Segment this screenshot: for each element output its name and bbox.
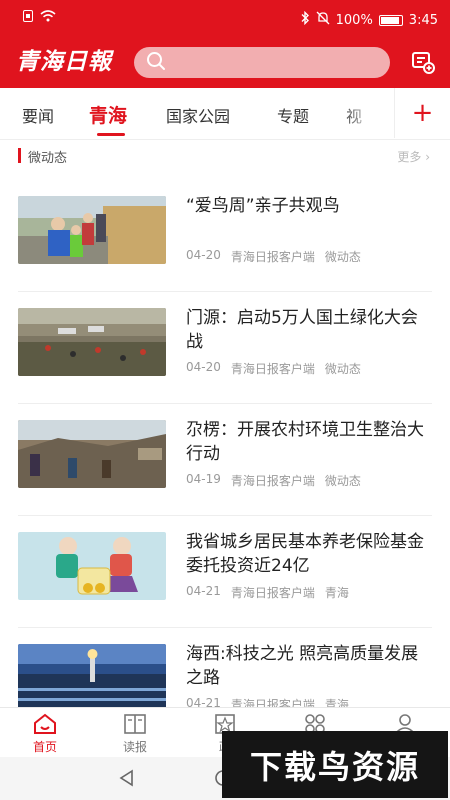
home-icon	[32, 712, 58, 736]
active-tab-indicator	[97, 133, 125, 136]
news-date: 04-21	[186, 584, 221, 598]
mute-icon	[316, 11, 330, 29]
news-title: 我省城乡居民基本养老保险基金委托投资近24亿	[186, 532, 424, 576]
news-source: 青海日报客户端	[230, 586, 315, 600]
news-meta: 04-19 青海日报客户端 微动态	[186, 472, 361, 489]
tab-news[interactable]: 要闻	[22, 103, 54, 127]
news-meta: 04-20 青海日报客户端 微动态	[186, 248, 361, 265]
app-header: 青海日報	[0, 38, 450, 88]
section-accent-bar	[18, 148, 21, 163]
news-source: 青海日报客户端	[230, 474, 315, 488]
section-title: 微动态	[28, 151, 68, 166]
book-icon	[122, 712, 148, 736]
news-thumbnail	[18, 644, 166, 712]
status-bar: 100% 3:45	[0, 0, 450, 38]
news-item[interactable]: 尕楞：开展农村环境卫生整治大行动 04-19 青海日报客户端 微动态	[18, 404, 432, 516]
nav-read-paper[interactable]: 读报	[105, 712, 165, 755]
tab-qinghai[interactable]: 青海	[89, 101, 127, 128]
watermark: 下载鸟资源	[222, 731, 448, 798]
news-title: 海西:科技之光 照亮高质量发展之路	[186, 644, 419, 688]
news-title: 门源：启动5万人国土绿化大会战	[186, 308, 418, 352]
app-logo[interactable]: 青海日報	[16, 46, 120, 78]
tab-fade	[340, 88, 388, 138]
news-thumbnail	[18, 420, 166, 488]
news-thumbnail	[18, 308, 166, 376]
news-thumbnail	[18, 196, 166, 264]
news-tag: 微动态	[324, 474, 361, 488]
clock: 3:45	[408, 12, 438, 28]
nav-home[interactable]: 首页	[15, 712, 75, 755]
battery-icon	[378, 14, 403, 26]
news-date: 04-20	[186, 360, 221, 374]
more-link[interactable]: 更多 ›	[397, 148, 430, 165]
wifi-icon	[40, 10, 56, 26]
news-thumbnail	[18, 532, 166, 600]
battery-percent: 100%	[335, 12, 373, 28]
news-source: 青海日报客户端	[230, 250, 315, 264]
news-title: 尕楞：开展农村环境卫生整治大行动	[186, 420, 424, 464]
news-meta: 04-21 青海日报客户端 青海	[186, 584, 349, 601]
news-meta: 04-20 青海日报客户端 微动态	[186, 360, 361, 377]
tab-national-park[interactable]: 国家公园	[166, 103, 230, 127]
news-date: 04-19	[186, 472, 221, 486]
news-item[interactable]: 我省城乡居民基本养老保险基金委托投资近24亿 04-21 青海日报客户端 青海	[18, 516, 432, 628]
search-icon	[146, 51, 166, 75]
news-source: 青海日报客户端	[230, 362, 315, 376]
subscribe-icon[interactable]	[410, 49, 436, 75]
chevron-right-icon: ›	[425, 150, 430, 164]
news-tag: 微动态	[324, 250, 361, 264]
section-header: 微动态 更多 ›	[0, 142, 450, 172]
news-tag: 青海	[324, 586, 349, 600]
search-bar[interactable]	[134, 47, 390, 78]
news-date: 04-20	[186, 248, 221, 262]
back-icon[interactable]	[118, 769, 136, 791]
tab-special[interactable]: 专题	[277, 103, 309, 127]
news-title: “爱鸟周”亲子共观鸟	[186, 196, 340, 216]
search-input[interactable]	[172, 47, 372, 78]
channel-tabs: 要闻 青海 国家公园 专题 视 +	[0, 88, 450, 140]
bluetooth-icon	[300, 10, 310, 29]
news-item[interactable]: “爱鸟周”亲子共观鸟 04-20 青海日报客户端 微动态	[18, 180, 432, 292]
add-channel-button[interactable]: +	[394, 88, 450, 138]
sim-icon	[22, 10, 34, 26]
news-tag: 微动态	[324, 362, 361, 376]
news-item[interactable]: 门源：启动5万人国土绿化大会战 04-20 青海日报客户端 微动态	[18, 292, 432, 404]
